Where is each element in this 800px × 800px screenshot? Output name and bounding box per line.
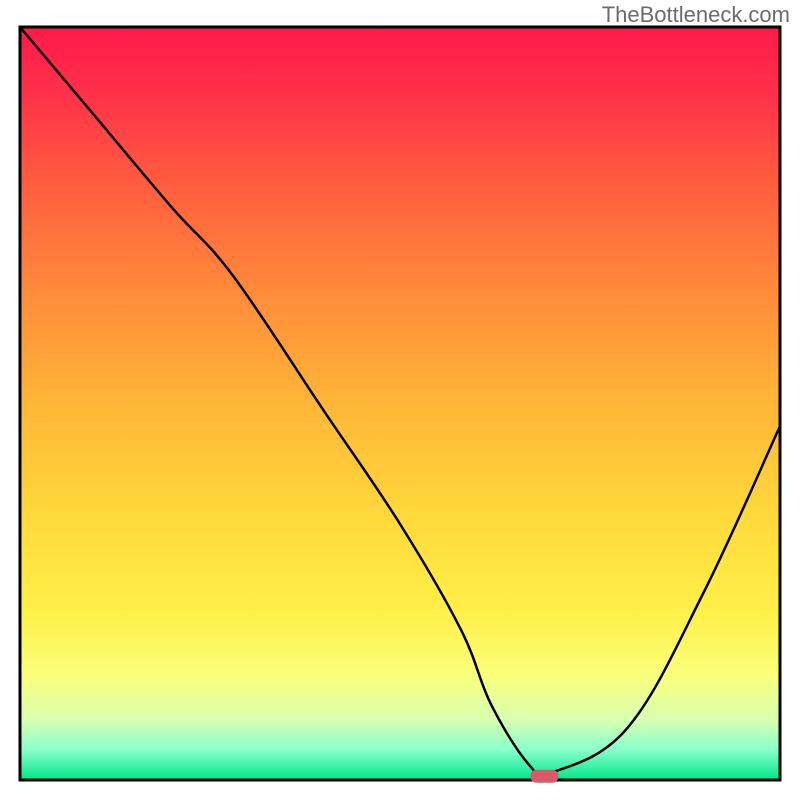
chart-container: TheBottleneck.com (0, 0, 800, 800)
optimal-marker (530, 770, 558, 783)
bottleneck-chart (0, 0, 800, 800)
watermark-text: TheBottleneck.com (602, 2, 790, 28)
